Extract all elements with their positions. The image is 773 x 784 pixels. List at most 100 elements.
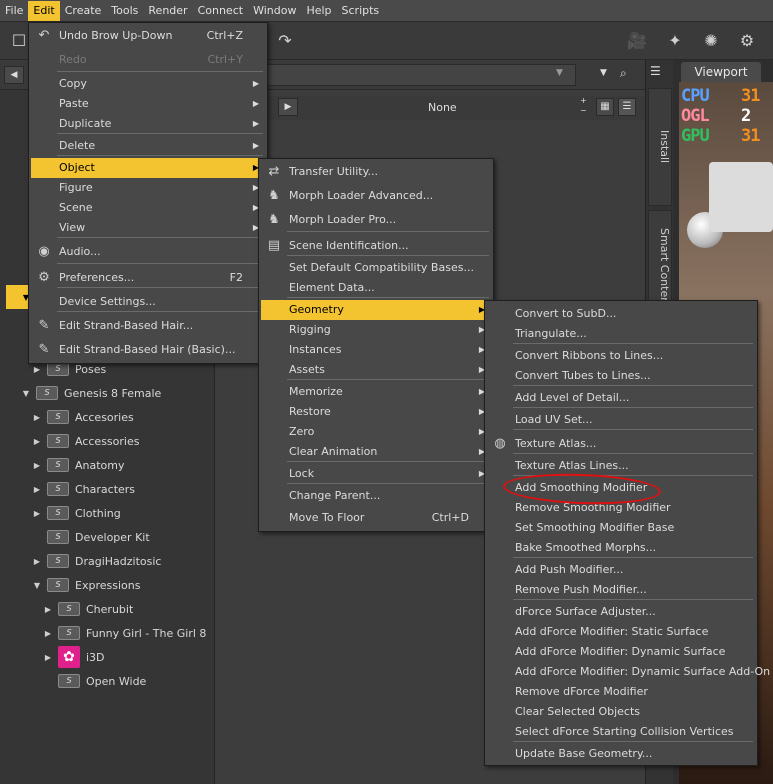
menu-item-add-dforce-modifier-dynamic-surface-add-on[interactable]: Add dForce Modifier: Dynamic Surface Add…	[487, 662, 770, 682]
menu-item-update-base-geometry[interactable]: Update Base Geometry...	[487, 744, 755, 764]
menu-item-morph-loader-advanced[interactable]: ♞ Morph Loader Advanced...	[261, 186, 491, 206]
menu-item-remove-push-modifier[interactable]: Remove Push Modifier...	[487, 580, 755, 600]
menu-scripts[interactable]: Scripts	[337, 1, 385, 21]
expand-arrow-icon[interactable]: ▼	[31, 581, 43, 590]
redo-arrow-icon[interactable]: ↷	[274, 30, 296, 52]
menu-item-texture-atlas-lines[interactable]: Texture Atlas Lines...	[487, 456, 755, 476]
expand-arrow-icon[interactable]: ▶	[31, 509, 43, 518]
menu-item-memorize[interactable]: Memorize ▶	[261, 382, 491, 402]
menu-item-paste[interactable]: Paste ▶	[31, 94, 265, 114]
menu-item-delete[interactable]: Delete ▶	[31, 136, 265, 156]
menu-item-duplicate[interactable]: Duplicate ▶	[31, 114, 265, 134]
menu-item-transfer-utility[interactable]: ⇄ Transfer Utility...	[261, 162, 491, 182]
list-view-icon[interactable]: ☰	[618, 98, 636, 116]
menu-render[interactable]: Render	[143, 1, 192, 21]
expand-arrow-icon[interactable]: ▶	[42, 653, 54, 662]
menu-tools[interactable]: Tools	[106, 1, 143, 21]
menu-item-assets[interactable]: Assets ▶	[261, 360, 491, 380]
distant-light-icon[interactable]: ✺	[700, 30, 722, 52]
menu-item-figure[interactable]: Figure ▶	[31, 178, 265, 198]
expand-arrow-icon[interactable]: ▼	[20, 389, 32, 398]
menu-item-texture-atlas[interactable]: ◍ Texture Atlas...	[487, 434, 755, 454]
menu-item-dforce-surface-adjuster[interactable]: dForce Surface Adjuster...	[487, 602, 755, 622]
menu-item-lock[interactable]: Lock ▶	[261, 464, 491, 484]
menu-item-add-push-modifier[interactable]: Add Push Modifier...	[487, 560, 755, 580]
zoom-stepper[interactable]: + −	[580, 96, 592, 118]
menu-connect[interactable]: Connect	[193, 1, 248, 21]
tree-item-accesories[interactable]: ▶ S Accesories	[6, 405, 208, 429]
menu-item-object[interactable]: Object ▶	[31, 158, 265, 178]
tree-item-cherubit[interactable]: ▶ S Cherubit	[6, 597, 208, 621]
menu-item-undo-brow-up-down[interactable]: ↶ Undo Brow Up-Down Ctrl+Z	[31, 26, 265, 46]
menu-item-bake-smoothed-morphs[interactable]: Bake Smoothed Morphs...	[487, 538, 755, 558]
sort-label[interactable]: None	[428, 101, 457, 114]
menu-item-add-dforce-modifier-dynamic-surface[interactable]: Add dForce Modifier: Dynamic Surface	[487, 642, 755, 662]
menu-item-add-level-of-detail[interactable]: Add Level of Detail...	[487, 388, 755, 408]
expand-arrow-icon[interactable]: ▶	[31, 557, 43, 566]
tree-item-clothing[interactable]: ▶ S Clothing	[6, 501, 208, 525]
menu-item-set-default-compatibility-bases[interactable]: Set Default Compatibility Bases...	[261, 258, 491, 278]
camera-icon[interactable]: 🎥	[626, 30, 648, 52]
menu-item-convert-tubes-to-lines[interactable]: Convert Tubes to Lines...	[487, 366, 755, 386]
menu-item-triangulate[interactable]: Triangulate...	[487, 324, 755, 344]
menu-item-edit-strand-based-hair[interactable]: ✎ Edit Strand-Based Hair...	[31, 316, 265, 336]
tree-item-dragihadzitosic[interactable]: ▶ S DragiHadzitosic	[6, 549, 208, 573]
tree-item-accessories[interactable]: ▶ S Accessories	[6, 429, 208, 453]
back-arrow-icon[interactable]: ◀	[4, 66, 24, 84]
menu-window[interactable]: Window	[248, 1, 301, 21]
grid-view-icon[interactable]: ▦	[596, 98, 614, 116]
menu-item-set-smoothing-modifier-base[interactable]: Set Smoothing Modifier Base	[487, 518, 755, 538]
tree-item-expressions[interactable]: ▼ S Expressions	[6, 573, 208, 597]
menu-item-add-dforce-modifier-static-surface[interactable]: Add dForce Modifier: Static Surface	[487, 622, 755, 642]
expand-arrow-icon[interactable]: ▶	[31, 413, 43, 422]
menu-item-scene-identification[interactable]: ▤ Scene Identification...	[261, 236, 491, 256]
tab-viewport[interactable]: Viewport	[681, 62, 761, 82]
menu-item-audio[interactable]: ◉ Audio...	[31, 242, 265, 262]
tree-item-genesis-8-female[interactable]: ▼ S Genesis 8 Female	[6, 381, 208, 405]
expand-arrow-icon[interactable]: ▶	[31, 365, 43, 374]
tree-item-characters[interactable]: ▶ S Characters	[6, 477, 208, 501]
menu-item-zero[interactable]: Zero ▶	[261, 422, 491, 442]
expand-arrow-icon[interactable]: ▶	[42, 629, 54, 638]
menu-item-convert-to-subd[interactable]: Convert to SubD...	[487, 304, 755, 324]
menu-item-scene[interactable]: Scene ▶	[31, 198, 265, 218]
path-field[interactable]	[262, 64, 576, 86]
tree-item-open-wide[interactable]: S Open Wide	[6, 669, 208, 693]
menu-item-change-parent[interactable]: Change Parent...	[261, 486, 491, 506]
search-icon[interactable]: ⌕	[620, 66, 640, 86]
menu-item-geometry[interactable]: Geometry ▶	[261, 300, 491, 320]
filter-dropdown-icon[interactable]: ▼	[600, 68, 607, 78]
menu-item-clear-animation[interactable]: Clear Animation ▶	[261, 442, 491, 462]
new-scene-icon[interactable]: ☐	[8, 30, 30, 52]
menu-item-select-dforce-starting-collision-vertices[interactable]: Select dForce Starting Collision Vertice…	[487, 722, 755, 742]
menu-item-load-uv-set[interactable]: Load UV Set...	[487, 410, 755, 430]
spotlight-icon[interactable]: ✦	[664, 30, 686, 52]
dock-menu-icon[interactable]: ☰	[650, 64, 661, 78]
menu-item-edit-strand-based-hair-basic[interactable]: ✎ Edit Strand-Based Hair (Basic)...	[31, 340, 265, 360]
expand-arrow-icon[interactable]: ▶	[42, 605, 54, 614]
menu-item-restore[interactable]: Restore ▶	[261, 402, 491, 422]
tree-item-funny-girl-the-girl-8[interactable]: ▶ S Funny Girl - The Girl 8	[6, 621, 208, 645]
menu-edit[interactable]: Edit	[28, 0, 60, 21]
menu-item-remove-dforce-modifier[interactable]: Remove dForce Modifier	[487, 682, 755, 702]
menu-item-view[interactable]: View ▶	[31, 218, 265, 238]
menu-item-convert-ribbons-to-lines[interactable]: Convert Ribbons to Lines...	[487, 346, 755, 366]
dial-icon[interactable]: ⚙	[736, 30, 758, 52]
menu-item-preferences[interactable]: ⚙ Preferences... F2	[31, 268, 265, 288]
dropdown-icon[interactable]: ▼	[556, 68, 563, 78]
menu-help[interactable]: Help	[301, 1, 336, 21]
menu-item-instances[interactable]: Instances ▶	[261, 340, 491, 360]
expand-arrow-icon[interactable]: ▶	[31, 437, 43, 446]
tab-install[interactable]: Install	[648, 88, 672, 206]
next-arrow-icon[interactable]: ▶	[278, 98, 298, 116]
menu-item-device-settings[interactable]: Device Settings...	[31, 292, 265, 312]
expand-arrow-icon[interactable]: ▶	[31, 485, 43, 494]
tree-item-developer-kit[interactable]: S Developer Kit	[6, 525, 208, 549]
menu-item-move-to-floor[interactable]: Move To Floor Ctrl+D	[261, 508, 491, 528]
expand-arrow-icon[interactable]: ▶	[31, 461, 43, 470]
menu-item-copy[interactable]: Copy ▶	[31, 74, 265, 94]
menu-create[interactable]: Create	[60, 1, 107, 21]
menu-file[interactable]: File	[0, 1, 28, 21]
tree-item-i3d[interactable]: ▶ ✿ i3D	[6, 645, 208, 669]
tree-item-anatomy[interactable]: ▶ S Anatomy	[6, 453, 208, 477]
